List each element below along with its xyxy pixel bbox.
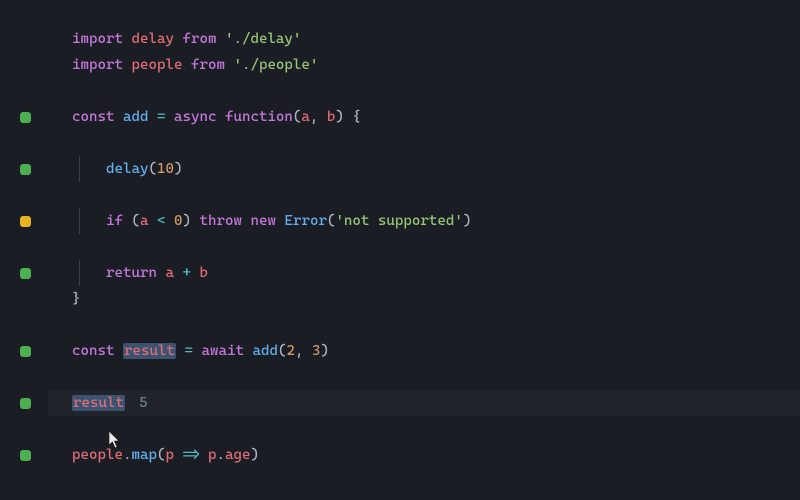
code-content[interactable]: const add = async function(a, b) { [50,104,361,130]
coverage-marker-partial-icon[interactable] [20,216,31,227]
token-id: a [140,213,157,229]
inline-evaluation-result: 5 [139,395,148,411]
token-kw: if [106,213,132,229]
token-txt: ) { [335,109,361,125]
current-line-highlight [48,390,800,416]
token-op: < [157,213,174,229]
token-op: => [182,447,208,463]
code-line[interactable]: delay(10) [0,156,800,182]
coverage-marker-covered-icon[interactable] [20,398,31,409]
code-line[interactable]: if (a < 0) throw new Error('not supporte… [0,208,800,234]
code-line[interactable] [0,78,800,104]
token-kw: import [72,31,131,47]
indent-guide [79,260,80,286]
token-kw: from [182,31,224,47]
token-id: p [165,447,182,463]
token-txt: ( [148,161,157,177]
token-kw: function [225,109,293,125]
token-kw: import [72,57,131,73]
coverage-marker-covered-icon[interactable] [20,268,31,279]
token-fn: add [252,343,278,359]
coverage-marker-covered-icon[interactable] [20,112,31,123]
token-id: people [72,447,123,463]
coverage-marker-covered-icon[interactable] [20,164,31,175]
code-content[interactable]: result 5 [50,390,147,416]
code-content[interactable]: } [50,286,81,312]
code-content[interactable]: import people from './people' [50,52,318,78]
code-content[interactable]: import delay from './delay' [50,26,301,52]
token-fn: delay [106,161,148,177]
code-line[interactable]: import delay from './delay' [0,26,800,52]
code-line[interactable]: import people from './people' [0,52,800,78]
token-fn: map [131,447,157,463]
code-content[interactable]: if (a < 0) throw new Error('not supporte… [50,208,471,234]
code-line[interactable]: const add = async function(a, b) { [0,104,800,130]
token-txt: , [310,109,327,125]
code-line[interactable]: people.map(p => p.age) [0,442,800,468]
code-content[interactable]: return a + b [50,260,208,286]
gutter [0,112,50,123]
token-txt: , [295,343,312,359]
gutter [0,164,50,175]
code-content[interactable]: delay(10) [50,156,182,182]
token-id: a [165,265,182,281]
gutter [0,268,50,279]
gutter [0,450,50,461]
code-line[interactable] [0,182,800,208]
token-id: result [72,395,125,411]
token-txt: } [72,291,81,307]
token-id: age [225,447,251,463]
token-fn: Error [284,213,326,229]
code-line[interactable]: return a + b [0,260,800,286]
token-kw: async [174,109,225,125]
token-txt: ) [174,161,183,177]
code-content[interactable]: const result = await add(2, 3) [50,338,329,364]
token-id: delay [131,31,182,47]
token-fn: add [123,109,157,125]
token-str: './people' [233,57,318,73]
gutter [0,216,50,227]
token-txt: ) [463,213,472,229]
token-txt: ) [320,343,329,359]
token-num: 10 [157,161,174,177]
code-content[interactable]: people.map(p => p.age) [50,442,259,468]
token-id: b [199,265,208,281]
token-kw: return [106,265,165,281]
code-line[interactable]: const result = await add(2, 3) [0,338,800,364]
gutter [0,346,50,357]
token-txt: ) [250,447,259,463]
gutter [0,398,50,409]
token-id: result [123,343,176,359]
code-line[interactable] [0,312,800,338]
token-txt: ) [182,213,199,229]
code-line[interactable]: } [0,286,800,312]
token-kw: from [191,57,233,73]
code-line[interactable] [0,416,800,442]
token-kw: const [72,343,123,359]
token-txt: ( [131,213,140,229]
token-num: 2 [286,343,295,359]
code-line[interactable]: result 5 [0,390,800,416]
token-op: = [157,109,174,125]
coverage-marker-covered-icon[interactable] [20,346,31,357]
token-str: 'not supported' [335,213,462,229]
code-editor[interactable]: import delay from './delay'import people… [0,0,800,468]
indent-guide [79,208,80,234]
code-line[interactable] [0,130,800,156]
token-kw: const [72,109,123,125]
token-kw: throw [199,213,250,229]
token-kw: new [250,213,284,229]
token-id: a [301,109,310,125]
code-line[interactable] [0,234,800,260]
token-op: = [184,343,201,359]
indent-guide [79,156,80,182]
coverage-marker-covered-icon[interactable] [20,450,31,461]
token-str: './delay' [225,31,301,47]
token-kw: await [201,343,252,359]
token-id: people [131,57,190,73]
token-txt: . [216,447,225,463]
code-line[interactable] [0,364,800,390]
token-op: + [182,265,199,281]
